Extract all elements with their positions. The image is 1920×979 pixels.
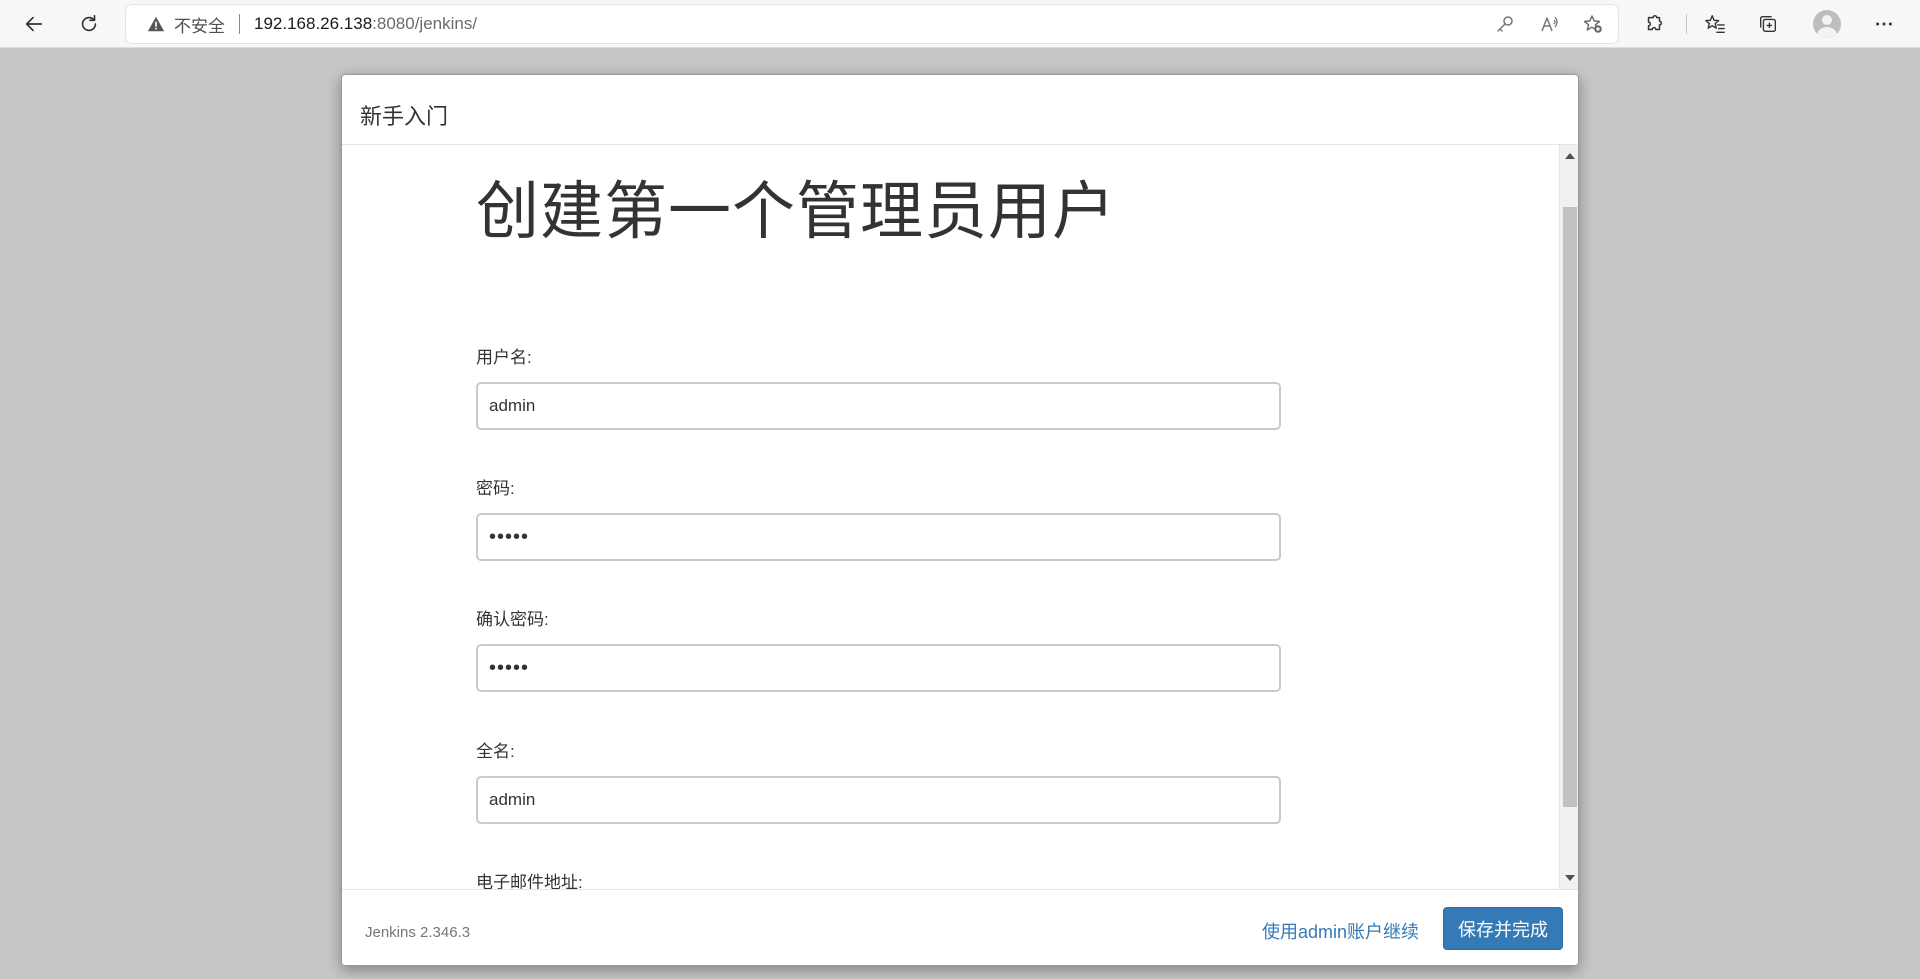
- confirm-password-label: 确认密码:: [476, 610, 549, 629]
- username-input[interactable]: [476, 382, 1281, 430]
- dialog-body: 创建第一个管理员用户 用户名: 密码: 确认密码: 全名: 电子邮件地址:: [342, 145, 1559, 889]
- puzzle-icon: [1647, 15, 1663, 31]
- username-label: 用户名:: [476, 348, 532, 367]
- browser-toolbar: 不安全 192.168.26.138 :8080/jenkins/: [0, 0, 1920, 48]
- avatar-icon[interactable]: [1813, 10, 1841, 38]
- warning-triangle-icon[interactable]: [146, 14, 166, 34]
- star-plus-icon[interactable]: [1582, 13, 1604, 35]
- extensions-button[interactable]: [1636, 6, 1672, 42]
- confirm-password-input[interactable]: [476, 644, 1281, 692]
- refresh-icon: [81, 14, 97, 32]
- fullname-label: 全名:: [476, 742, 515, 761]
- setup-wizard-dialog: 新手入门 创建第一个管理员用户 用户名: 密码: 确认密码: 全名: 电子邮件地…: [341, 74, 1579, 966]
- page-title: 创建第一个管理员用户: [476, 177, 1116, 247]
- save-and-finish-button[interactable]: 保存并完成: [1443, 907, 1563, 950]
- collections-icon: [1759, 15, 1777, 33]
- more-dots-icon: [1876, 22, 1892, 26]
- dialog-scrollbar[interactable]: [1559, 145, 1578, 889]
- dialog-header: 新手入门: [342, 75, 1578, 145]
- address-separator: [239, 14, 240, 34]
- favorites-button[interactable]: [1697, 6, 1733, 42]
- continue-as-admin-link[interactable]: 使用admin账户继续: [1262, 918, 1419, 944]
- jenkins-version: Jenkins 2.346.3: [365, 924, 471, 941]
- scroll-up-arrow-icon[interactable]: [1565, 153, 1575, 159]
- scrollbar-thumb[interactable]: [1563, 207, 1577, 807]
- toolbar-divider: [1686, 14, 1687, 34]
- password-label: 密码:: [476, 479, 515, 498]
- arrow-left-icon: [25, 16, 43, 32]
- address-bar[interactable]: 不安全 192.168.26.138 :8080/jenkins/: [126, 5, 1618, 43]
- key-icon[interactable]: [1494, 13, 1516, 35]
- dialog-title: 新手入门: [360, 104, 449, 129]
- password-input[interactable]: [476, 513, 1281, 561]
- scroll-down-arrow-icon[interactable]: [1565, 875, 1575, 881]
- read-aloud-icon[interactable]: [1538, 13, 1560, 35]
- collections-button[interactable]: [1750, 6, 1786, 42]
- refresh-button[interactable]: [71, 6, 107, 42]
- star-list-icon: [1705, 15, 1725, 33]
- url-host[interactable]: 192.168.26.138: [254, 14, 372, 34]
- url-path[interactable]: :8080/jenkins/: [372, 14, 477, 34]
- security-label[interactable]: 不安全: [174, 12, 225, 37]
- fullname-input[interactable]: [476, 776, 1281, 824]
- address-bar-actions: [1494, 5, 1604, 43]
- dialog-footer: Jenkins 2.346.3 使用admin账户继续 保存并完成: [342, 889, 1578, 965]
- back-button[interactable]: [16, 6, 52, 42]
- more-button[interactable]: [1866, 6, 1902, 42]
- email-label: 电子邮件地址:: [476, 873, 583, 889]
